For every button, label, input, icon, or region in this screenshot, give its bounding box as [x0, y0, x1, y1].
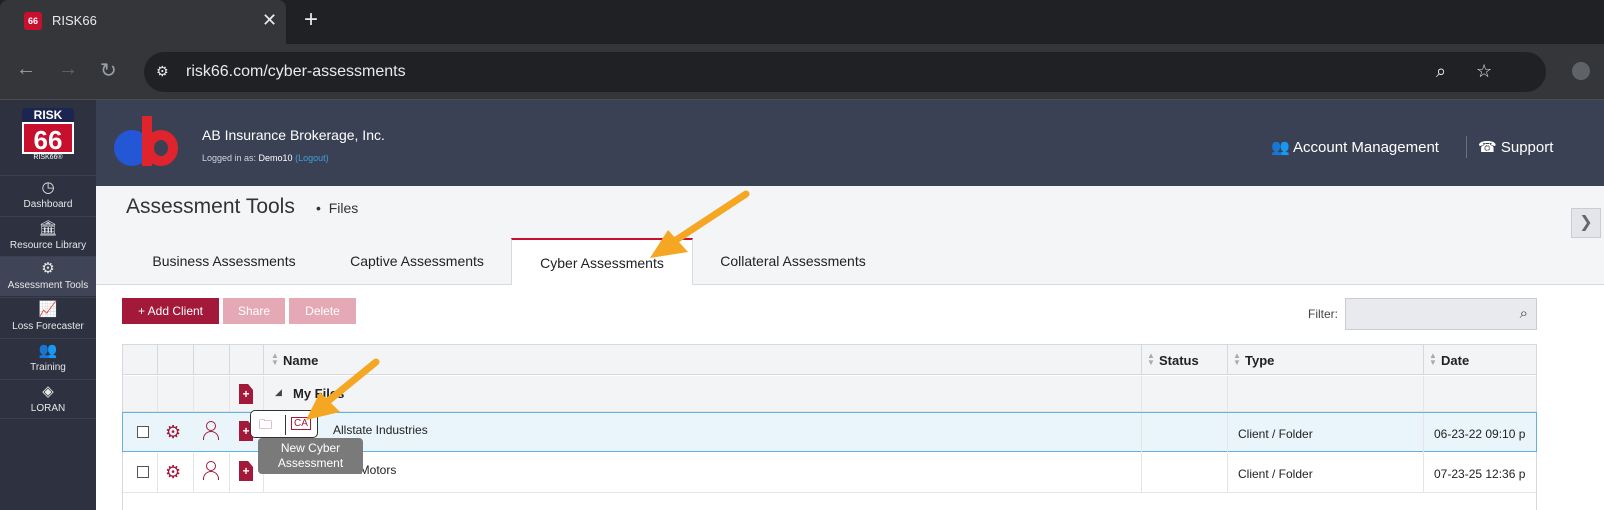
browser-tab[interactable]: 66 RISK66 ✕: [0, 0, 286, 44]
sidebar-item-label: Dashboard: [23, 199, 73, 210]
filter-input[interactable]: ⌕: [1345, 298, 1537, 330]
tab-business-assessments[interactable]: Business Assessments: [126, 238, 322, 285]
gear-icon[interactable]: ⚙: [165, 422, 181, 443]
gear-icon[interactable]: ⚙: [165, 462, 181, 483]
annotation-arrow-icon: [650, 190, 750, 258]
users-icon: 👥: [1271, 139, 1290, 156]
sort-icon[interactable]: ▲ ▼: [1429, 352, 1437, 367]
loran-icon: ◈: [42, 383, 54, 400]
new-tab-icon[interactable]: +: [304, 6, 318, 34]
app-header: AB Insurance Brokerage, Inc. Logged in a…: [96, 100, 1604, 186]
profile-icon[interactable]: [1572, 62, 1590, 80]
support-link[interactable]: ☎ Support: [1478, 138, 1553, 156]
row-checkbox[interactable]: [137, 466, 149, 478]
add-file-icon[interactable]: +: [239, 384, 253, 404]
back-icon[interactable]: ←: [16, 58, 36, 81]
sidebar-item-label: Loss Forecaster: [12, 321, 84, 332]
new-folder-icon[interactable]: 🗀: [259, 416, 272, 438]
support-label: Support: [1500, 139, 1554, 156]
sort-icon[interactable]: ▲ ▼: [1233, 352, 1241, 367]
company-logo: [114, 116, 178, 170]
row-checkbox[interactable]: [137, 426, 149, 438]
logo-top-text: RISK: [22, 108, 74, 122]
library-icon: 🏛: [38, 220, 58, 237]
url-text: risk66.com/cyber-assessments: [186, 63, 406, 80]
logged-in-label: Logged in as:: [202, 153, 259, 163]
delete-button[interactable]: Delete: [289, 298, 356, 324]
popup-divider: [285, 415, 286, 435]
logo-bottom-text: RISK66®: [33, 154, 63, 161]
sort-icon[interactable]: ▲ ▼: [1147, 352, 1155, 367]
tooltip: New Cyber Assessment: [258, 438, 363, 474]
dashboard-icon: ◷: [41, 179, 55, 196]
logged-in-info: Logged in as: Demo10 (Logout): [202, 153, 329, 163]
search-icon[interactable]: ⌕: [1520, 305, 1528, 322]
col-type[interactable]: Type: [1245, 353, 1274, 368]
row-date: 07-23-25 12:36 p: [1434, 467, 1526, 481]
favicon-icon: 66: [24, 12, 42, 30]
sidebar-item-loran[interactable]: ◈ LORAN: [0, 379, 96, 419]
training-icon: 👥: [38, 342, 58, 359]
address-bar[interactable]: ⚙ risk66.com/cyber-assessments ⌕ ☆: [144, 52, 1546, 92]
zoom-icon[interactable]: ⌕: [1436, 61, 1446, 82]
support-icon: ☎: [1478, 139, 1497, 156]
share-button[interactable]: Share: [223, 298, 285, 324]
tooltip-line-2: Assessment: [277, 456, 344, 470]
company-name: AB Insurance Brokerage, Inc.: [202, 127, 385, 143]
gears-icon: ⚙: [41, 260, 55, 277]
forward-icon[interactable]: →: [58, 58, 78, 81]
chevron-right-icon: ❯: [1579, 214, 1593, 231]
col-date[interactable]: Date: [1441, 353, 1469, 368]
bookmark-star-icon[interactable]: ☆: [1476, 61, 1492, 82]
username: Demo10: [258, 153, 293, 163]
sidebar-item-dashboard[interactable]: ◷ Dashboard: [0, 175, 96, 215]
breadcrumb: • Files: [316, 200, 359, 216]
logo-mid-text: 66: [22, 122, 74, 155]
page-title: Assessment Tools: [126, 195, 295, 218]
sidebar-item-label: Assessment Tools: [7, 280, 89, 291]
row-date: 06-23-22 09:10 p: [1434, 427, 1526, 441]
tooltip-line-1: New Cyber: [280, 441, 341, 455]
row-type: Client / Folder: [1238, 467, 1313, 481]
risk66-logo[interactable]: RISK 66 RISK66®: [22, 108, 74, 170]
logout-link[interactable]: (Logout): [295, 153, 329, 163]
sidebar-item-training[interactable]: 👥 Training: [0, 338, 96, 378]
browser-tab-bar: 66 RISK66 ✕ +: [0, 0, 1604, 44]
sidebar-item-label: LORAN: [30, 403, 66, 414]
header-divider: [1466, 136, 1467, 158]
sidebar-item-loss-forecaster[interactable]: 📈 Loss Forecaster: [0, 297, 96, 337]
account-management-link[interactable]: 👥 Account Management: [1271, 138, 1439, 156]
filter-label: Filter:: [1308, 307, 1338, 321]
sort-icon[interactable]: ▲ ▼: [271, 352, 279, 367]
reload-icon[interactable]: ↻: [100, 58, 117, 83]
col-status[interactable]: Status: [1159, 353, 1199, 368]
account-management-label: Account Management: [1293, 139, 1439, 156]
chart-icon: 📈: [38, 301, 58, 318]
add-file-icon[interactable]: +: [239, 461, 253, 481]
tab-title: RISK66: [52, 13, 97, 28]
user-icon[interactable]: [203, 421, 219, 441]
sidebar-item-assessment-tools[interactable]: ⚙ Assessment Tools: [0, 256, 96, 296]
expand-panel-button[interactable]: ❯: [1571, 208, 1601, 238]
close-tab-icon[interactable]: ✕: [262, 10, 277, 31]
user-icon[interactable]: [203, 461, 219, 481]
collapse-triangle-icon[interactable]: ◢: [275, 387, 282, 398]
sidebar: RISK 66 RISK66® ◷ Dashboard 🏛 Resource L…: [0, 100, 96, 510]
browser-toolbar: ← → ↻ ⚙ risk66.com/cyber-assessments ⌕ ☆: [0, 44, 1604, 100]
breadcrumb-files: Files: [328, 200, 359, 216]
site-settings-icon[interactable]: ⚙: [156, 63, 169, 80]
sidebar-item-label: Training: [30, 362, 66, 373]
sidebar-item-resource-library[interactable]: 🏛 Resource Library: [0, 216, 96, 256]
row-type: Client / Folder: [1238, 427, 1313, 441]
tab-captive-assessments[interactable]: Captive Assessments: [331, 238, 503, 285]
add-client-button[interactable]: + Add Client: [122, 298, 219, 324]
annotation-arrow-icon: [306, 358, 380, 420]
sidebar-item-label: Resource Library: [9, 240, 87, 251]
